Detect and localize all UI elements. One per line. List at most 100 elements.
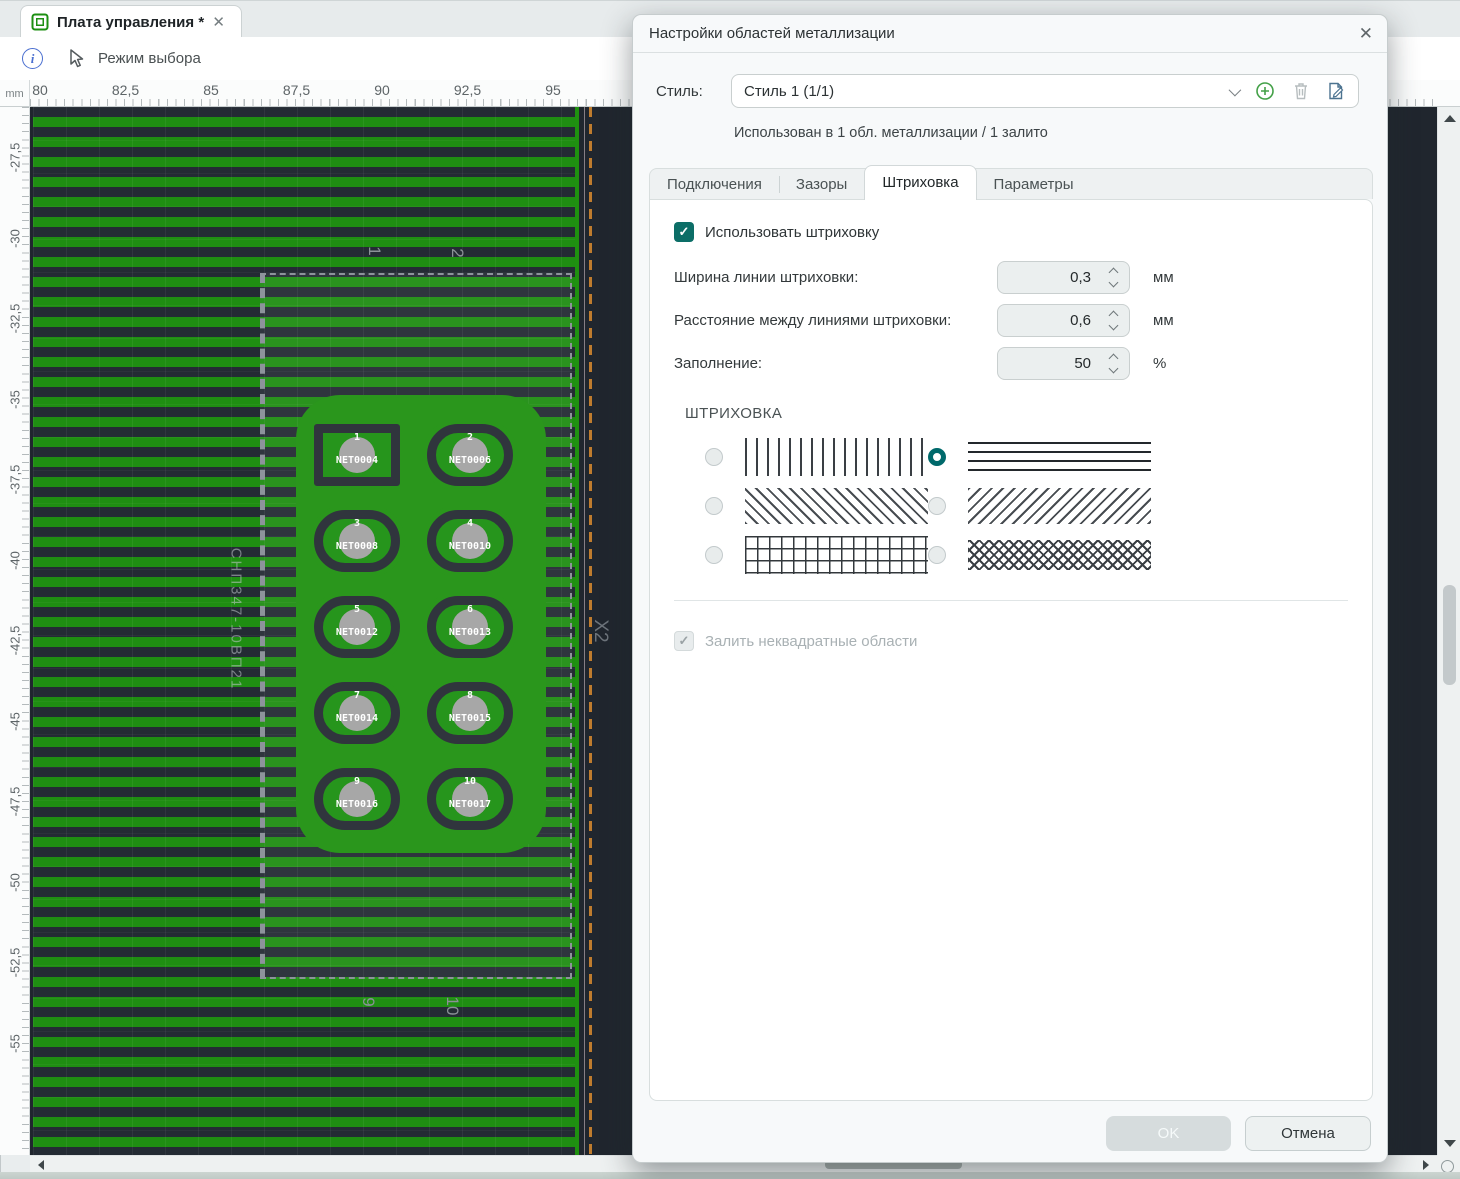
info-icon[interactable]: i [22,48,43,69]
pattern-radio-vertical-lines[interactable] [705,448,723,466]
select-cursor-icon[interactable] [67,48,86,69]
ruler-unit-label: mm [0,80,30,107]
window-bottom-edge [0,1172,1460,1179]
dialog-tabbar: Подключения Зазоры Штриховка Параметры [649,164,1373,200]
pattern-option-diagonal-forward[interactable] [705,488,928,524]
pattern-radio-grid[interactable] [705,546,723,564]
scroll-right-icon[interactable] [1423,1160,1429,1170]
silkscreen-ref: 10 [443,996,462,1016]
spin-down-icon[interactable] [1108,277,1119,288]
field-value: 0,6 [1070,312,1091,329]
hatch-pattern-grid [705,438,1348,574]
pattern-radio-diagonal-forward[interactable] [705,497,723,515]
use-hatch-label: Использовать штриховку [705,223,880,241]
field-spinbox[interactable]: 0,6 [997,304,1130,337]
spin-down-icon[interactable] [1108,320,1119,331]
field-label: Ширина линии штриховки: [674,269,859,286]
tab-title: Плата управления * [57,13,205,31]
ruler-tick-label: 95 [545,82,561,98]
pattern-swatch-grid[interactable] [745,536,928,574]
field-spinbox[interactable]: 0,3 [997,261,1130,294]
field-label: Расстояние между линиями штриховки: [674,312,952,329]
pattern-radio-diagonal-back[interactable] [928,497,946,515]
ruler-tick-label: -47,5 [7,786,23,817]
dialog-title: Настройки областей металлизации [649,25,895,42]
fill-nonsquare-checkbox: ✓ [674,631,694,651]
vertical-scrollbar[interactable] [1437,107,1460,1155]
field-value: 0,3 [1070,269,1091,286]
pattern-radio-horizontal-lines[interactable] [928,448,946,466]
tab-Параметры[interactable]: Параметры [977,169,1091,200]
spinner-arrows-icon[interactable] [1108,310,1119,331]
fill-nonsquare-row: ✓ Залить неквадратные области [674,629,1348,653]
scroll-left-icon[interactable] [38,1160,44,1170]
ruler-tick-label: 92,5 [453,82,482,98]
tab-Подключения[interactable]: Подключения [650,169,779,200]
spin-down-icon[interactable] [1108,363,1119,374]
pattern-swatch-diagonal-back[interactable] [968,488,1151,524]
ruler-tick-label: -30 [7,228,23,248]
metallization-settings-dialog: Настройки областей металлизации ✕ Стиль:… [632,14,1388,1163]
use-hatch-checkbox[interactable]: ✓ [674,222,694,242]
silkscreen-ref: 9 [359,997,378,1007]
field-spinbox[interactable]: 50 [997,347,1130,380]
style-dropdown[interactable]: Стиль 1 (1/1) [731,74,1359,108]
pattern-radio-cross-diamond[interactable] [928,546,946,564]
use-hatch-row[interactable]: ✓ Использовать штриховку [674,220,1348,244]
tab-close-icon[interactable]: ✕ [206,11,231,33]
edit-style-icon[interactable] [1327,81,1346,101]
scroll-down-icon[interactable] [1444,1140,1456,1147]
pattern-swatch-vertical-lines[interactable] [745,438,928,476]
ruler-tick-label: -42,5 [7,625,23,656]
ruler-tick-label: -32,5 [7,303,23,334]
board-cut-line [584,107,585,1155]
selected-region-outline[interactable] [260,273,572,979]
spin-up-icon[interactable] [1108,310,1119,321]
fill-nonsquare-label: Залить неквадратные области [705,632,918,650]
scroll-up-icon[interactable] [1444,115,1456,122]
tab-board-document[interactable]: Плата управления * ✕ [20,5,242,38]
dialog-close-icon[interactable]: ✕ [1359,24,1373,44]
pattern-swatch-horizontal-lines[interactable] [968,442,1151,472]
spin-up-icon[interactable] [1108,353,1119,364]
pattern-swatch-diagonal-forward[interactable] [745,488,928,524]
ruler-tick-label: 82,5 [111,82,140,98]
add-style-icon[interactable] [1255,81,1275,101]
ruler-tick-label: 87,5 [282,82,311,98]
silkscreen-connector-ref: X2 [590,619,611,643]
ruler-tick-label: 90 [374,82,390,98]
ruler-tick-label: -35 [7,389,23,409]
ruler-tick-label: -45 [7,711,23,731]
spin-up-icon[interactable] [1108,267,1119,278]
pattern-option-diagonal-back[interactable] [928,488,1175,524]
ruler-tick-label: -55 [7,1033,23,1053]
field-value: 50 [1074,355,1091,372]
hatch-field-row: Расстояние между линиями штриховки: 0,6 мм [674,299,1348,342]
vertical-scroll-thumb[interactable] [1443,585,1456,685]
ruler-tick-label: -37,5 [7,464,23,495]
spinner-arrows-icon[interactable] [1108,353,1119,374]
hatch-field-row: Ширина линии штриховки: 0,3 мм [674,256,1348,299]
delete-style-icon[interactable] [1292,81,1310,101]
field-unit: мм [1153,312,1174,329]
section-divider [674,600,1348,601]
spinner-arrows-icon[interactable] [1108,267,1119,288]
hatch-fields: Ширина линии штриховки: 0,3 мм Расстояние м… [674,256,1348,385]
cancel-button[interactable]: Отмена [1245,1116,1371,1151]
pattern-swatch-cross-diamond[interactable] [968,540,1151,570]
pcb-board-icon [31,13,49,31]
style-label: Стиль: [656,82,703,100]
pattern-option-grid[interactable] [705,536,928,574]
tab-Штриховка[interactable]: Штриховка [864,164,977,200]
dialog-footer: OK Отмена [1106,1116,1371,1151]
pattern-option-vertical-lines[interactable] [705,438,928,476]
silkscreen-part-label: СНП347-10ВП21 [227,547,245,691]
pattern-option-cross-diamond[interactable] [928,536,1175,574]
ruler-tick-label: -27,5 [7,142,23,173]
hatch-tab-panel: ✓ Использовать штриховку Ширина линии шт… [649,199,1373,1101]
field-unit: % [1153,355,1167,372]
dialog-titlebar[interactable]: Настройки областей металлизации ✕ [633,15,1387,53]
pattern-option-horizontal-lines[interactable] [928,438,1175,476]
chevron-down-icon[interactable] [1228,83,1242,96]
tab-Зазоры[interactable]: Зазоры [778,169,864,200]
